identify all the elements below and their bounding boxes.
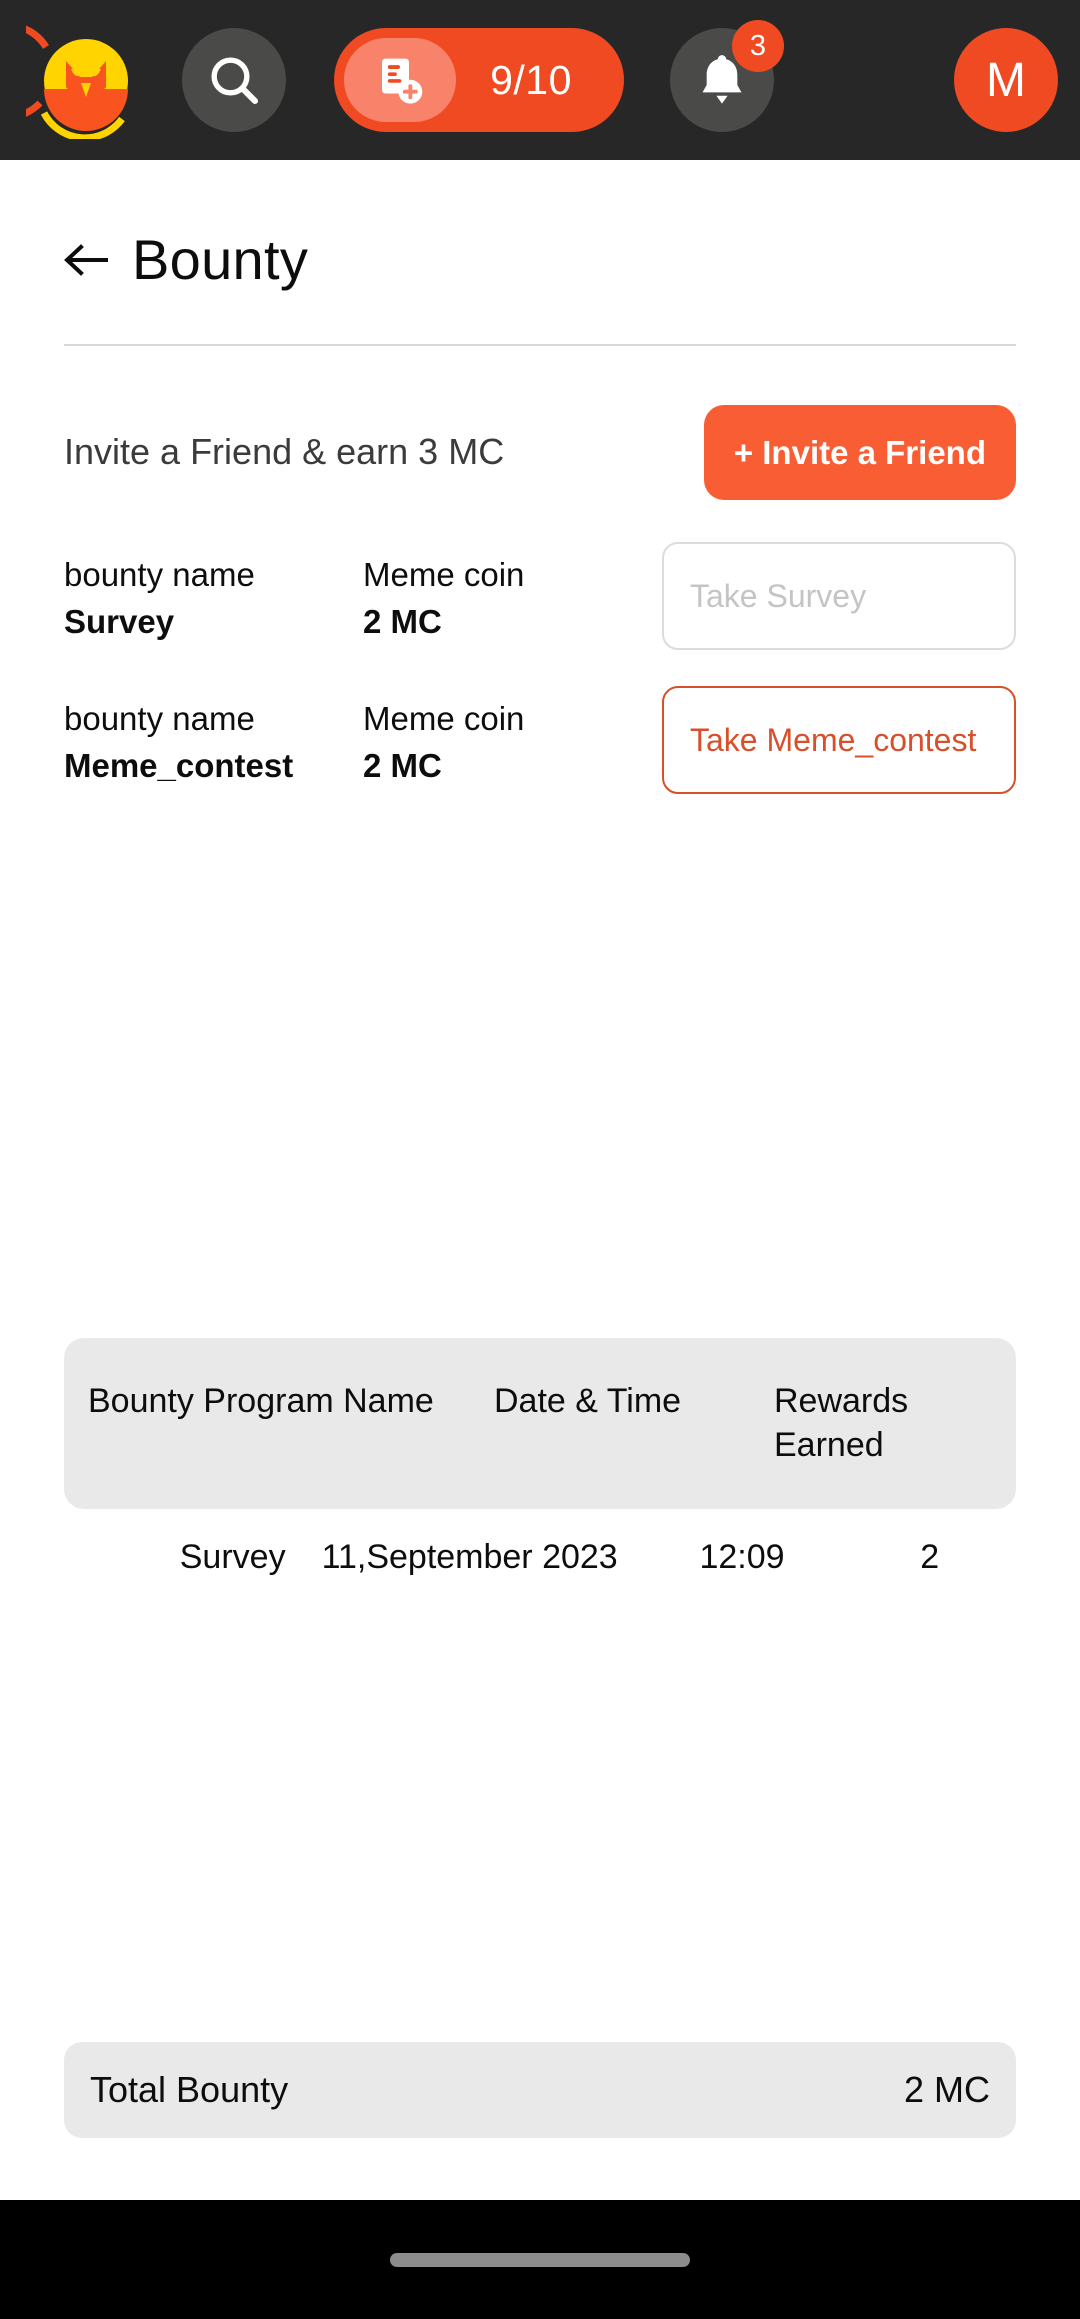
total-bounty-label: Total Bounty bbox=[90, 2069, 289, 2110]
total-bounty-value: 2 MC bbox=[903, 2069, 990, 2110]
bounty-row: bounty name Meme_contest Meme coin 2 MC … bbox=[64, 686, 1016, 806]
system-navigation-bar bbox=[0, 2200, 1080, 2319]
bounty-action-slot: Take Survey bbox=[662, 542, 1016, 650]
column-header-name: Bounty Program Name bbox=[88, 1382, 434, 1420]
home-indicator[interactable] bbox=[390, 2252, 690, 2267]
invite-section: Invite a Friend & earn 3 MC + Invite a F… bbox=[64, 392, 1016, 512]
bounty-name-value: Meme_contest bbox=[64, 747, 294, 785]
search-icon bbox=[211, 57, 259, 105]
document-counter-chip[interactable]: 9/10 bbox=[334, 28, 624, 132]
document-add-icon bbox=[344, 38, 456, 122]
bounty-coin-value: 2 MC bbox=[363, 603, 442, 641]
bounty-coin-column: Meme coin 2 MC bbox=[363, 542, 662, 643]
cell-date: 11,September 2023 bbox=[321, 1538, 618, 1577]
column-header-rewards: Rewards Earned bbox=[774, 1382, 909, 1464]
cell-rewards: 2 bbox=[920, 1538, 940, 1577]
page-header: Bounty bbox=[64, 160, 1016, 288]
bounty-history-table: Bounty Program Name Date & Time Rewards … bbox=[64, 1338, 1016, 1605]
column-header-datetime: Date & Time bbox=[494, 1382, 682, 1420]
total-bounty-bar: Total Bounty 2 MC bbox=[64, 2042, 1016, 2138]
notification-badge: 3 bbox=[732, 20, 784, 72]
bounty-coin-column: Meme coin 2 MC bbox=[363, 686, 662, 787]
top-app-bar: 9/10 3 M bbox=[0, 0, 1080, 160]
bounty-name-label: bounty name bbox=[64, 700, 255, 737]
bounty-coin-label: Meme coin bbox=[363, 556, 525, 593]
bounty-name-label: bounty name bbox=[64, 556, 255, 593]
take-survey-button[interactable]: Take Survey bbox=[662, 542, 1016, 650]
table-header-row: Bounty Program Name Date & Time Rewards … bbox=[64, 1338, 1016, 1510]
cell-time: 12:09 bbox=[699, 1538, 785, 1577]
bounty-action-slot: Take Meme_contest bbox=[662, 686, 1016, 794]
app-root: 9/10 3 M Bounty Invite a Friend & earn 3… bbox=[0, 0, 1080, 2319]
take-meme-contest-button[interactable]: Take Meme_contest bbox=[662, 686, 1016, 794]
bounty-coin-label: Meme coin bbox=[363, 700, 525, 737]
search-button[interactable] bbox=[182, 28, 286, 132]
invite-description: Invite a Friend & earn 3 MC bbox=[64, 431, 505, 473]
document-counter-value: 9/10 bbox=[490, 56, 572, 103]
header-divider bbox=[64, 344, 1016, 346]
page-title: Bounty bbox=[132, 228, 309, 291]
notifications-button[interactable]: 3 bbox=[670, 20, 784, 132]
bounty-name-column: bounty name Meme_contest bbox=[64, 686, 363, 787]
invite-a-friend-button[interactable]: + Invite a Friend bbox=[703, 404, 1016, 500]
bounty-coin-value: 2 MC bbox=[363, 747, 442, 785]
back-arrow-icon[interactable] bbox=[64, 243, 110, 277]
cell-bounty-name: Survey bbox=[179, 1538, 286, 1577]
table-row: Survey 11,September 2023 12:09 2 bbox=[64, 1509, 1016, 1605]
page-content: Bounty Invite a Friend & earn 3 MC + Inv… bbox=[0, 160, 1080, 2200]
bounty-name-value: Survey bbox=[64, 603, 175, 641]
avatar[interactable]: M bbox=[954, 28, 1058, 132]
owl-logo-icon[interactable] bbox=[26, 21, 144, 139]
bounty-name-column: bounty name Survey bbox=[64, 542, 363, 643]
table-body: Survey 11,September 2023 12:09 2 bbox=[64, 1509, 1016, 1605]
bounty-list: bounty name Survey Meme coin 2 MC Take S… bbox=[64, 542, 1016, 806]
bounty-row: bounty name Survey Meme coin 2 MC Take S… bbox=[64, 542, 1016, 662]
